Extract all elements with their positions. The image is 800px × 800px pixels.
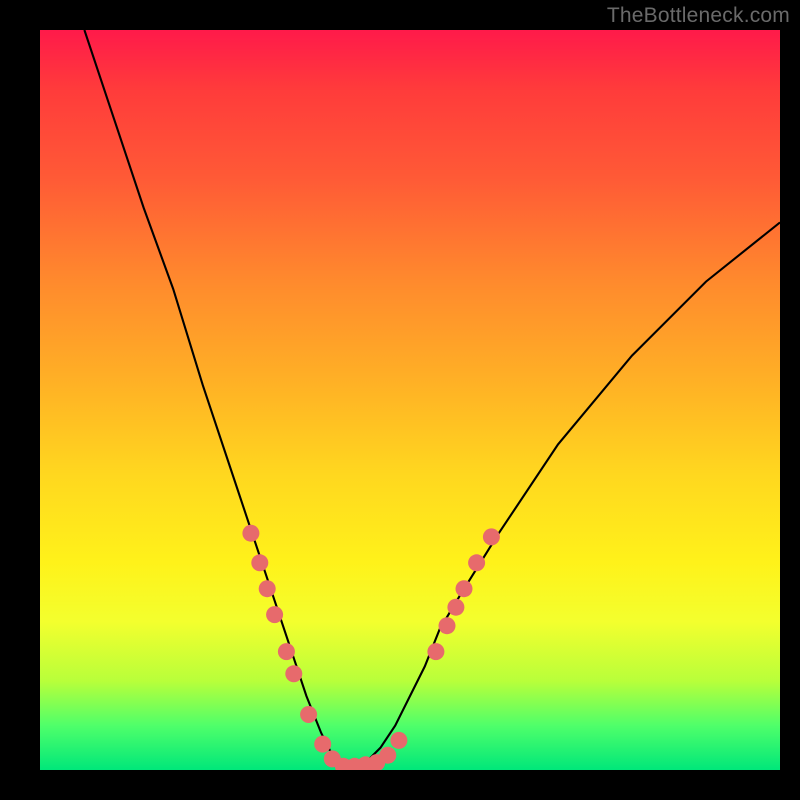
- curve-marker: [242, 525, 259, 542]
- curve-marker: [266, 606, 283, 623]
- curve-marker: [379, 747, 396, 764]
- curve-marker: [300, 706, 317, 723]
- plot-area: [40, 30, 780, 770]
- curve-marker: [439, 617, 456, 634]
- watermark-text: TheBottleneck.com: [607, 4, 790, 28]
- curve-marker: [483, 528, 500, 545]
- curve-marker: [427, 643, 444, 660]
- curve-marker: [285, 665, 302, 682]
- curve-marker: [390, 732, 407, 749]
- curve-markers: [242, 525, 500, 770]
- curve-marker: [251, 554, 268, 571]
- curve-marker: [468, 554, 485, 571]
- curve-marker: [447, 599, 464, 616]
- curve-marker: [314, 736, 331, 753]
- curve-marker: [456, 580, 473, 597]
- chart-svg: [40, 30, 780, 770]
- chart-frame: TheBottleneck.com: [0, 0, 800, 800]
- curve-marker: [278, 643, 295, 660]
- curve-marker: [259, 580, 276, 597]
